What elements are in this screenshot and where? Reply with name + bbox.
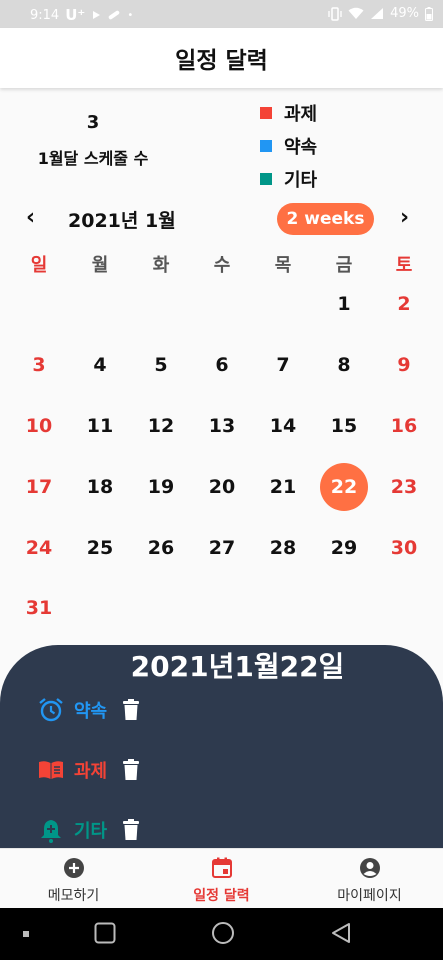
sync-icon bbox=[109, 10, 120, 20]
battery-icon bbox=[425, 6, 433, 21]
bottom-navigation: 메모하기 일정 달력 마이페이지 bbox=[0, 848, 443, 909]
calendar-day[interactable]: 2 bbox=[380, 280, 428, 328]
legend-label: 과제 bbox=[284, 103, 318, 125]
weekday-sat: 토 bbox=[395, 255, 413, 276]
event-label: 과제 bbox=[74, 761, 108, 782]
weekday-wed: 수 bbox=[213, 255, 231, 276]
nav-item-memo[interactable]: 메모하기 bbox=[0, 857, 147, 905]
legend-label: 기타 bbox=[284, 169, 318, 191]
calendar-day[interactable]: 5 bbox=[137, 341, 185, 389]
bell-plus-icon bbox=[41, 820, 61, 843]
format-toggle-button[interactable]: 2 weeks bbox=[277, 203, 374, 235]
vibrate-icon bbox=[328, 6, 342, 21]
play-icon bbox=[93, 11, 101, 19]
legend-item-other: 기타 bbox=[260, 162, 317, 195]
legend-swatch-other bbox=[260, 172, 272, 185]
trash-icon[interactable] bbox=[121, 759, 141, 781]
month-navigation: ‹ 2021년 1월 2 weeks › bbox=[0, 203, 443, 235]
calendar-day[interactable]: 21 bbox=[259, 463, 307, 511]
legend-swatch-appointment bbox=[260, 139, 272, 152]
prev-month-button[interactable]: ‹ bbox=[26, 205, 35, 230]
schedule-summary: 3 1월달 스케줄 수 bbox=[0, 112, 186, 169]
calendar-day[interactable]: 15 bbox=[320, 402, 368, 450]
trash-icon[interactable] bbox=[121, 699, 141, 721]
calendar-day[interactable]: 11 bbox=[76, 402, 124, 450]
nav-label: 메모하기 bbox=[47, 888, 100, 904]
back-icon[interactable] bbox=[330, 922, 352, 944]
calendar-day[interactable]: 16 bbox=[380, 402, 428, 450]
calendar-day[interactable]: 18 bbox=[76, 463, 124, 511]
calendar-day[interactable]: 24 bbox=[15, 524, 63, 572]
event-item-assignment[interactable]: 과제 bbox=[38, 757, 141, 783]
status-time: 9:14 bbox=[30, 7, 60, 23]
calendar-day[interactable]: 3 bbox=[15, 341, 63, 389]
nav-item-mypage[interactable]: 마이페이지 bbox=[296, 857, 443, 905]
weekday-sun: 일 bbox=[30, 255, 48, 276]
event-item-appointment[interactable]: 약속 bbox=[38, 697, 141, 723]
calendar-day-selected[interactable]: 22 bbox=[320, 463, 368, 511]
calendar-day[interactable]: 19 bbox=[137, 463, 185, 511]
signal-icon bbox=[371, 8, 384, 19]
menu-dot-icon[interactable] bbox=[22, 930, 30, 938]
account-circle-icon bbox=[359, 858, 380, 878]
event-item-other[interactable]: 기타 bbox=[38, 817, 141, 843]
alarm-icon bbox=[39, 698, 63, 722]
page-title: 일정 달력 bbox=[175, 48, 268, 74]
calendar-day[interactable]: 31 bbox=[15, 584, 63, 632]
legend-swatch-assignment bbox=[260, 106, 272, 119]
dot-icon: • bbox=[127, 9, 134, 21]
calendar-day[interactable]: 25 bbox=[76, 524, 124, 572]
calendar-day[interactable]: 14 bbox=[259, 402, 307, 450]
calendar-day[interactable]: 7 bbox=[259, 341, 307, 389]
weekday-mon: 월 bbox=[91, 255, 109, 276]
calendar-day[interactable]: 9 bbox=[380, 341, 428, 389]
legend-item-assignment: 과제 bbox=[260, 96, 317, 129]
calendar-day[interactable]: 20 bbox=[198, 463, 246, 511]
calendar-day[interactable]: 13 bbox=[198, 402, 246, 450]
calendar-day[interactable]: 10 bbox=[15, 402, 63, 450]
nav-item-calendar[interactable]: 일정 달력 bbox=[148, 857, 295, 905]
nav-label: 일정 달력 bbox=[193, 888, 250, 904]
calendar-day[interactable]: 23 bbox=[380, 463, 428, 511]
calendar-day[interactable]: 8 bbox=[320, 341, 368, 389]
calendar-day[interactable]: 27 bbox=[198, 524, 246, 572]
event-label: 기타 bbox=[74, 821, 108, 842]
system-navigation-bar bbox=[0, 908, 443, 960]
category-legend: 과제 약속 기타 bbox=[260, 96, 317, 195]
schedule-count: 3 bbox=[86, 112, 100, 133]
battery-percent: 49% bbox=[390, 6, 419, 21]
calendar-day[interactable]: 4 bbox=[76, 341, 124, 389]
status-carrier: U⁺ bbox=[65, 6, 86, 24]
weekday-thu: 목 bbox=[274, 255, 292, 276]
calendar-day[interactable]: 28 bbox=[259, 524, 307, 572]
nav-label: 마이페이지 bbox=[337, 888, 402, 904]
app-header: 일정 달력 bbox=[0, 28, 443, 88]
calendar-icon bbox=[211, 857, 232, 878]
legend-item-appointment: 약속 bbox=[260, 129, 317, 162]
calendar-day[interactable]: 26 bbox=[137, 524, 185, 572]
trash-icon[interactable] bbox=[121, 819, 141, 841]
next-month-button[interactable]: › bbox=[400, 205, 409, 230]
calendar-day[interactable]: 29 bbox=[320, 524, 368, 572]
calendar-day[interactable]: 12 bbox=[137, 402, 185, 450]
calendar-day[interactable]: 1 bbox=[320, 280, 368, 328]
recent-apps-icon[interactable] bbox=[94, 922, 116, 944]
legend-label: 약속 bbox=[284, 136, 318, 158]
add-circle-icon bbox=[63, 858, 84, 878]
wifi-icon bbox=[348, 7, 364, 19]
book-icon bbox=[39, 761, 63, 779]
status-bar: 9:14 U⁺ • 49% bbox=[0, 0, 443, 28]
weekday-tue: 화 bbox=[152, 255, 170, 276]
selected-date-title: 2021년1월22일 bbox=[130, 650, 345, 683]
day-events-sheet: 2021년1월22일 약속 과제 기타 bbox=[0, 645, 443, 855]
home-icon[interactable] bbox=[211, 921, 235, 945]
calendar-day[interactable]: 6 bbox=[198, 341, 246, 389]
month-title: 2021년 1월 bbox=[68, 210, 176, 232]
calendar-day[interactable]: 30 bbox=[380, 524, 428, 572]
calendar-day[interactable]: 17 bbox=[15, 463, 63, 511]
schedule-count-label: 1월달 스케줄 수 bbox=[37, 149, 149, 168]
event-label: 약속 bbox=[74, 701, 108, 722]
weekday-fri: 금 bbox=[335, 255, 353, 276]
